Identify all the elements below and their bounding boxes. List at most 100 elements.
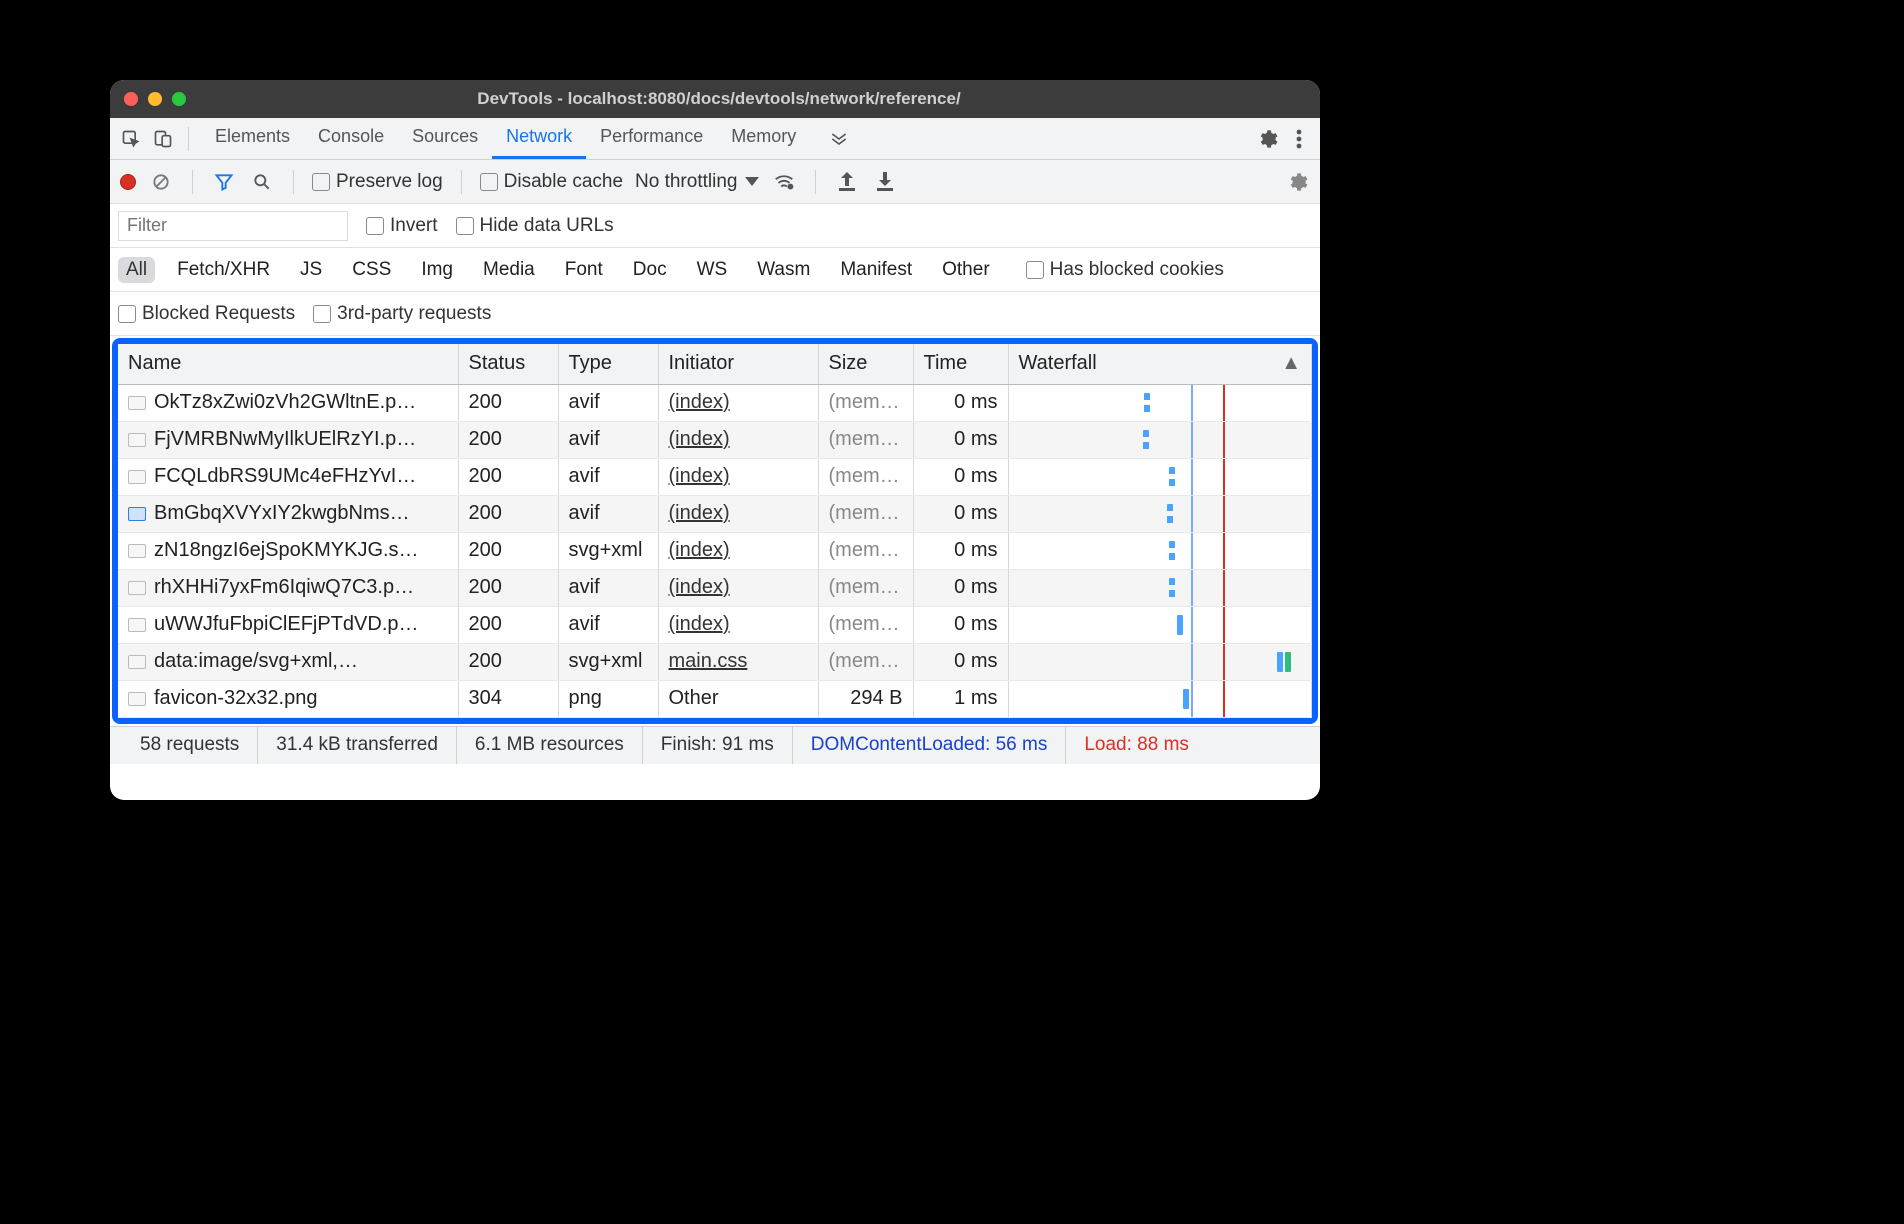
record-button[interactable] [120,174,136,190]
table-row[interactable]: zN18ngzI6ejSpoKMYKJG.s…200svg+xml(index)… [118,532,1312,569]
cell-waterfall [1008,495,1312,532]
table-row[interactable]: favicon-32x32.png304pngOther294 B1 ms [118,680,1312,717]
invert-checkbox[interactable]: Invert [366,215,438,237]
col-initiator[interactable]: Initiator [658,344,818,384]
zoom-window-button[interactable] [172,92,186,106]
third-party-requests-checkbox[interactable]: 3rd-party requests [313,303,491,325]
hide-data-urls-checkbox[interactable]: Hide data URLs [456,215,614,237]
cell-waterfall [1008,680,1312,717]
throttling-select[interactable]: No throttling [635,171,759,193]
status-resources: 6.1 MB resources [457,727,643,764]
col-size[interactable]: Size [818,344,913,384]
preserve-log-checkbox[interactable]: Preserve log [312,171,443,193]
filter-funnel-icon[interactable] [211,169,237,195]
device-toolbar-icon[interactable] [150,126,176,152]
waterfall-marker-line [1191,607,1193,643]
waterfall-marker-line [1223,459,1225,495]
waterfall-cell [1009,385,1312,421]
waterfall-cell [1009,607,1312,643]
filter-chip-media[interactable]: Media [475,257,543,283]
tab-network[interactable]: Network [492,118,586,159]
network-conditions-icon[interactable] [771,169,797,195]
window-title: DevTools - localhost:8080/docs/devtools/… [196,89,1242,109]
file-type-icon [128,692,146,706]
filter-chip-doc[interactable]: Doc [625,257,675,283]
panel-settings-gear-icon[interactable] [1284,169,1310,195]
upload-har-icon[interactable] [834,169,860,195]
tab-memory[interactable]: Memory [717,118,810,159]
more-tabs-icon[interactable] [826,126,852,152]
minimize-window-button[interactable] [148,92,162,106]
filter-chip-img[interactable]: Img [413,257,461,283]
requests-table: Name Status Type Initiator Size Time Wat… [118,344,1312,718]
tab-performance[interactable]: Performance [586,118,717,159]
cell-name: OkTz8xZwi0zVh2GWltnE.p… [118,384,458,421]
table-row[interactable]: rhXHHi7yxFm6IqiwQ7C3.p…200avif(index)(me… [118,569,1312,606]
table-row[interactable]: FjVMRBNwMyIlkUElRzYI.p…200avif(index)(me… [118,421,1312,458]
cell-waterfall [1008,458,1312,495]
col-type[interactable]: Type [558,344,658,384]
waterfall-bar [1169,467,1175,487]
waterfall-cell [1009,533,1312,569]
col-status[interactable]: Status [458,344,558,384]
settings-gear-icon[interactable] [1254,126,1280,152]
status-load: Load: 88 ms [1066,727,1207,764]
cell-status: 200 [458,421,558,458]
cell-type: avif [558,421,658,458]
disable-cache-checkbox[interactable]: Disable cache [480,171,623,193]
cell-name: BmGbqXVYxIY2kwgbNms… [118,495,458,532]
col-name[interactable]: Name [118,344,458,384]
close-window-button[interactable] [124,92,138,106]
waterfall-marker-line [1223,496,1225,532]
initiator-link[interactable]: (index) [669,576,730,598]
initiator-link[interactable]: (index) [669,613,730,635]
cell-type: png [558,680,658,717]
initiator-link[interactable]: (index) [669,465,730,487]
filter-chip-other[interactable]: Other [934,257,998,283]
col-waterfall[interactable]: Waterfall▲ [1008,344,1312,384]
inspect-element-icon[interactable] [118,126,144,152]
has-blocked-cookies-checkbox[interactable]: Has blocked cookies [1026,259,1224,281]
initiator-link[interactable]: (index) [669,428,730,450]
table-row[interactable]: uWWJfuFbpiClEFjPTdVD.p…200avif(index)(me… [118,606,1312,643]
file-type-icon [128,433,146,447]
file-type-icon [128,618,146,632]
cell-waterfall [1008,569,1312,606]
tab-console[interactable]: Console [304,118,398,159]
download-har-icon[interactable] [872,169,898,195]
initiator-link[interactable]: (index) [669,502,730,524]
cell-name: rhXHHi7yxFm6IqiwQ7C3.p… [118,569,458,606]
table-row[interactable]: FCQLdbRS9UMc4eFHzYvI…200avif(index)(mem…… [118,458,1312,495]
filter-chip-css[interactable]: CSS [344,257,399,283]
initiator-link[interactable]: (index) [669,539,730,561]
clear-icon[interactable] [148,169,174,195]
filter-chip-wasm[interactable]: Wasm [749,257,818,283]
col-time[interactable]: Time [913,344,1008,384]
cell-initiator: (index) [658,606,818,643]
status-bar: 58 requests 31.4 kB transferred 6.1 MB r… [110,726,1320,764]
waterfall-cell [1009,496,1312,532]
initiator-link[interactable]: (index) [669,391,730,413]
table-row[interactable]: data:image/svg+xml,…200svg+xmlmain.css(m… [118,643,1312,680]
table-row[interactable]: BmGbqXVYxIY2kwgbNms…200avif(index)(mem…0… [118,495,1312,532]
file-type-icon [128,544,146,558]
cell-status: 200 [458,643,558,680]
search-icon[interactable] [249,169,275,195]
filter-chip-js[interactable]: JS [292,257,330,283]
kebab-menu-icon[interactable] [1286,126,1312,152]
file-type-icon [128,655,146,669]
filter-chip-all[interactable]: All [118,257,155,283]
tab-elements[interactable]: Elements [201,118,304,159]
filter-chip-font[interactable]: Font [557,257,611,283]
filter-chip-fetchxhr[interactable]: Fetch/XHR [169,257,278,283]
cell-initiator: (index) [658,384,818,421]
initiator-link[interactable]: main.css [669,650,748,672]
status-transferred: 31.4 kB transferred [258,727,457,764]
filter-input[interactable] [118,211,348,241]
waterfall-marker-line [1223,607,1225,643]
table-row[interactable]: OkTz8xZwi0zVh2GWltnE.p…200avif(index)(me… [118,384,1312,421]
tab-sources[interactable]: Sources [398,118,492,159]
filter-chip-manifest[interactable]: Manifest [832,257,920,283]
blocked-requests-checkbox[interactable]: Blocked Requests [118,303,295,325]
filter-chip-ws[interactable]: WS [689,257,736,283]
